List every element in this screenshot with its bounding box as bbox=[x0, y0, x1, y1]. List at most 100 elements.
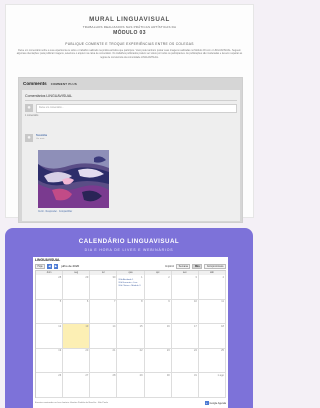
calendar-day-cell[interactable]: 13 bbox=[63, 324, 91, 348]
comment-author[interactable]: Terezinha bbox=[36, 134, 47, 137]
calendar-day-cell[interactable]: 9 bbox=[145, 299, 172, 324]
day-number: 13 bbox=[85, 324, 89, 328]
calendar-day-cell[interactable]: 8 bbox=[117, 299, 145, 324]
calendar-day-cell[interactable]: 18 bbox=[199, 324, 226, 348]
comments-title: Comments bbox=[23, 81, 47, 86]
calendar-event[interactable]: 20h Encontro - Live bbox=[118, 282, 137, 284]
today-button[interactable]: Hoje bbox=[35, 263, 46, 269]
google-calendar-embed: LINGUAVISUAL Hoje ◀ ▶ julho de 2020 Impr… bbox=[33, 257, 228, 408]
prev-month-icon[interactable]: ◀ bbox=[47, 263, 52, 269]
calendar-event[interactable]: 20h Oficina - Módulo 3 bbox=[118, 285, 140, 287]
day-number: 6 bbox=[86, 300, 89, 304]
comments-plugin: Comentários LINGUAVISUAL ● Deixe um come… bbox=[22, 90, 240, 221]
calendar-day-cell[interactable]: 28 bbox=[36, 275, 64, 299]
day-number: 21 bbox=[112, 349, 116, 353]
day-number: 31 bbox=[193, 373, 197, 377]
day-number: 5 bbox=[59, 300, 62, 304]
tab-agenda[interactable]: Compromissos bbox=[204, 263, 226, 269]
weeks-container: 28 29 30 1 20h Atividade 1 20h Encontro - Liv… bbox=[36, 275, 226, 398]
calendar-day-cell[interactable]: 1 20h Atividade 1 20h Encontro - Live 20h O… bbox=[117, 275, 145, 299]
tab-week[interactable]: Semana bbox=[176, 263, 191, 269]
calendar-event[interactable]: 20h Atividade 1 bbox=[118, 279, 133, 281]
google-calendar-badge[interactable]: + Google Agenda bbox=[204, 401, 226, 405]
tab-month[interactable]: Mês bbox=[192, 263, 203, 269]
calendar-day-cell[interactable]: 10 bbox=[172, 299, 199, 324]
calendar-day-cell[interactable]: 31 bbox=[172, 373, 199, 397]
calendar-day-cell[interactable]: 4 bbox=[199, 275, 226, 299]
day-number: 7 bbox=[113, 300, 116, 304]
calendar-day-cell[interactable]: 11 bbox=[199, 299, 226, 324]
comment-input[interactable]: Deixe um comentário... bbox=[36, 104, 237, 113]
calendar-week-row: 12 13 14 15 16 17 18 bbox=[36, 324, 226, 349]
calendar-day-cell[interactable]: 29 bbox=[63, 275, 91, 299]
calendar-week-row: 5 6 7 8 9 10 11 bbox=[36, 299, 226, 325]
calendar-day-cell[interactable]: 29 bbox=[117, 373, 145, 397]
calendar-week-row: 26 27 28 29 30 31 1 ago bbox=[36, 373, 226, 398]
calendar-day-cell[interactable]: 20 bbox=[63, 348, 91, 373]
next-month-icon[interactable]: ▶ bbox=[53, 263, 59, 269]
calendar-footer: Eventos mostrados no fuso horário: Horár… bbox=[35, 400, 226, 406]
day-number: 17 bbox=[193, 324, 197, 328]
avatar-icon: ● bbox=[25, 104, 33, 112]
day-number: 8 bbox=[141, 300, 143, 304]
calendar-day-cell[interactable]: 7 bbox=[90, 299, 118, 324]
calendar-section: CALENDÁRIO LINGUAVISUAL DIA E HORA DE LI… bbox=[5, 228, 253, 408]
calendar-day-cell[interactable]: 15 bbox=[117, 324, 145, 348]
day-number: 1 ago bbox=[217, 373, 224, 377]
calendar-day-cell[interactable]: 2 bbox=[145, 275, 172, 299]
plugin-header: Comentários LINGUAVISUAL bbox=[25, 94, 73, 98]
day-number: 26 bbox=[58, 373, 62, 377]
comment-actions[interactable]: Curtir · Responder · Compartilhar bbox=[38, 211, 72, 213]
calendar-day-cell[interactable]: 24 bbox=[172, 348, 199, 373]
calendar-day-cell[interactable]: 22 bbox=[117, 348, 145, 373]
day-number: 19 bbox=[58, 349, 62, 353]
calendar-day-cell[interactable]: 26 bbox=[36, 373, 64, 397]
calendar-day-cell[interactable]: 21 bbox=[90, 348, 118, 373]
avatar-icon[interactable]: ● bbox=[25, 134, 33, 142]
timezone-note: Eventos mostrados no fuso horário: Horár… bbox=[35, 402, 108, 404]
day-number: 3 bbox=[195, 275, 197, 279]
day-number: 22 bbox=[139, 349, 143, 353]
calendar-day-cell[interactable]: 3 bbox=[172, 275, 199, 299]
calendar-day-cell[interactable]: 23 bbox=[145, 348, 172, 373]
day-number: 2 bbox=[168, 275, 170, 279]
print-button[interactable]: Imprimir bbox=[165, 265, 174, 268]
day-number: 12 bbox=[58, 324, 62, 328]
comments-header: Comments COMMENT PLUS bbox=[19, 78, 242, 89]
day-number: 9 bbox=[168, 300, 170, 304]
day-number: 18 bbox=[221, 324, 224, 328]
calendar-day-cell[interactable]: 19 bbox=[36, 348, 64, 373]
comment-count: 1 comentário bbox=[25, 115, 39, 117]
calendar-day-cell[interactable]: 14 bbox=[90, 324, 118, 348]
mural-tagline: PUBLIQUE COMENTE E TROQUE EXPERIÊNCIAS E… bbox=[65, 42, 194, 46]
calendar-day-cell[interactable]: 12 bbox=[36, 324, 64, 348]
day-number: 29 bbox=[85, 275, 89, 279]
calendar-day-cell[interactable]: 27 bbox=[63, 373, 91, 397]
posted-artwork-image[interactable] bbox=[38, 150, 109, 208]
day-number: 30 bbox=[166, 373, 170, 377]
calendar-day-cell[interactable]: 5 bbox=[36, 299, 64, 324]
mural-subtitle: TRABALHOS REALIZADOS NAS PRÁTICAS ARTÍST… bbox=[82, 25, 177, 29]
calendar-day-cell[interactable]: 28 bbox=[90, 373, 118, 397]
mural-section: MURAL LINGUAVISUAL TRABALHOS REALIZADOS … bbox=[5, 4, 254, 223]
calendar-day-cell[interactable]: 16 bbox=[145, 324, 172, 348]
comment-meta[interactable]: Ver mais bbox=[36, 138, 45, 140]
comment-composer: ● Deixe um comentário... bbox=[22, 101, 240, 113]
calendar-day-cell[interactable]: 30 bbox=[90, 275, 118, 299]
day-number: 4 bbox=[222, 275, 224, 279]
calendar-day-cell[interactable]: 1 ago bbox=[199, 373, 226, 397]
calendar-toolbar: Hoje ◀ ▶ julho de 2020 Imprimir Semana M… bbox=[35, 263, 226, 269]
day-number: 30 bbox=[112, 275, 116, 279]
day-number: 27 bbox=[85, 373, 89, 377]
calendar-day-cell[interactable]: 25 bbox=[199, 348, 226, 373]
plus-icon: + bbox=[204, 401, 209, 405]
calendar-week-row: 28 29 30 1 20h Atividade 1 20h Encontro - Liv… bbox=[36, 275, 226, 300]
calendar-day-cell[interactable]: 30 bbox=[145, 373, 172, 397]
day-number: 14 bbox=[112, 324, 116, 328]
calendar-day-cell[interactable]: 17 bbox=[172, 324, 199, 348]
day-number: 11 bbox=[221, 300, 224, 304]
day-number: 28 bbox=[58, 275, 62, 279]
calendar-day-cell[interactable]: 6 bbox=[63, 299, 91, 324]
comment-plus-button[interactable]: COMMENT PLUS bbox=[51, 82, 77, 86]
comments-widget: Comments COMMENT PLUS Comentários LINGUA… bbox=[18, 77, 243, 223]
